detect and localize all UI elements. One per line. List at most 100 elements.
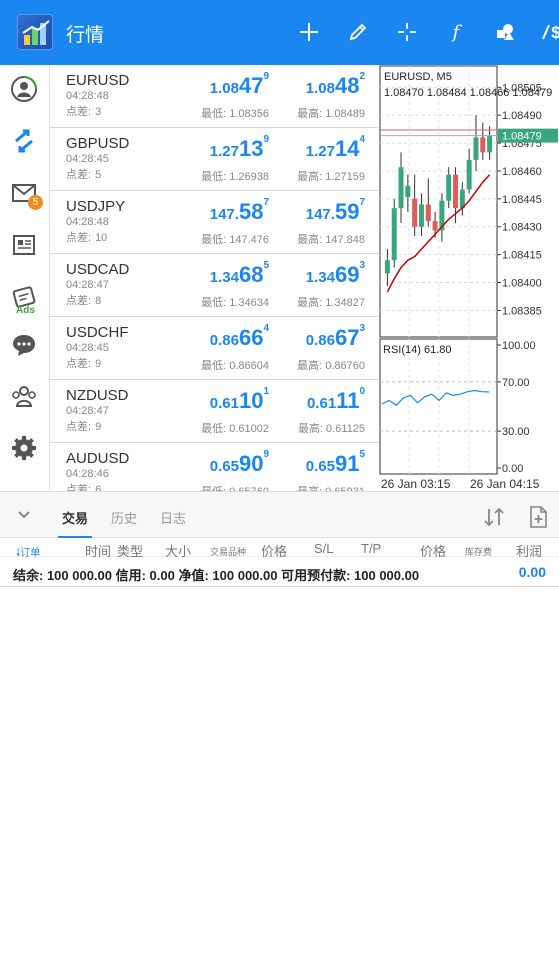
toolbox: 交易 历史 日志 🠗订单 时间 类型 大小 交易品种 价格 S/L T/P 价格…	[0, 491, 559, 587]
bid-price[interactable]: 1.34685	[210, 260, 269, 288]
bid-price[interactable]: 1.08479	[210, 71, 269, 99]
rsi-label: RSI(14) 61.80	[383, 344, 451, 356]
candle-body	[453, 174, 459, 209]
quote-row[interactable]: USDJPY 04:28:48 点差: 10 147.587 147.597 最低: 147…	[50, 191, 379, 254]
high-price: 最高: 147.848	[297, 234, 365, 246]
time-axis-label: 26 Jan 04:15	[470, 477, 540, 491]
quote-row[interactable]: NZDUSD 04:28:47 点差: 9 0.61101 0.61110 最低: 0.61…	[50, 380, 379, 443]
trade-table-header: 🠗订单 时间 类型 大小 交易品种 价格 S/L T/P 价格 库存费 利润	[0, 538, 559, 559]
rsi-tick-label: 70.00	[502, 377, 530, 389]
low-price: 最低: 1.26938	[201, 171, 269, 183]
quote-row[interactable]: EURUSD 04:28:48 点差: 3 1.08479 1.08482 最低: 1.08…	[50, 65, 379, 128]
rsi-tick-label: 0.00	[502, 463, 523, 475]
symbol-name: AUDUSD	[66, 450, 130, 467]
symbol-name: EURUSD	[66, 72, 130, 89]
sidebar-item-news[interactable]	[8, 229, 40, 261]
sidebar: 5 Ads	[0, 65, 50, 491]
time-axis-label: 26 Jan 03:15	[381, 477, 451, 491]
total-profit: 0.00	[518, 564, 546, 580]
bid-price[interactable]: 0.86664	[210, 323, 269, 351]
price-tick-label: 1.08385	[502, 305, 542, 317]
price-chart[interactable]: 1.085051.084901.084751.084601.084451.084…	[379, 65, 559, 491]
candle-body	[405, 185, 411, 197]
sort-icon[interactable]	[482, 505, 506, 529]
top-bar: 行情 f $	[0, 0, 559, 65]
quote-row[interactable]: AUDUSD04:28:46 点差:6 0.65909 0.65915 最低: 0.65…	[50, 443, 379, 491]
candle-body	[473, 137, 479, 160]
add-symbol-button[interactable]	[293, 16, 325, 48]
ask-price[interactable]: 1.08482	[306, 71, 365, 99]
indicators-button[interactable]: f	[440, 16, 472, 48]
sidebar-item-mail[interactable]: 5	[8, 177, 43, 210]
ask-price[interactable]: 0.65915	[306, 449, 365, 477]
crosshair-button[interactable]	[391, 16, 423, 48]
candle-body	[432, 221, 438, 231]
symbol-name: USDCAD	[66, 261, 130, 278]
high-price: 最高: 1.27159	[297, 171, 365, 183]
ask-price[interactable]: 0.61110	[307, 386, 365, 414]
symbol-name: GBPUSD	[66, 135, 130, 152]
sidebar-item-quotes[interactable]	[8, 125, 40, 157]
low-price: 最低: 0.61002	[201, 423, 269, 435]
symbol-name: USDCHF	[66, 324, 129, 341]
function-icon: f	[451, 22, 463, 43]
candle-body	[480, 137, 486, 153]
spread: 点差: 9	[66, 421, 102, 433]
candle-body	[425, 204, 431, 222]
spread: 点差: 6	[66, 484, 102, 491]
bid-price[interactable]: 147.587	[210, 197, 269, 225]
app-logo[interactable]	[17, 14, 53, 50]
ask-price[interactable]: 0.86673	[306, 323, 365, 351]
price-tick-label: 1.08430	[502, 222, 542, 234]
ask-price[interactable]: 1.27144	[306, 134, 365, 162]
svg-text:$: $	[551, 23, 559, 42]
quote-time: 04:28:48	[66, 216, 109, 228]
quote-time: 04:28:47	[66, 279, 109, 291]
sidebar-item-more[interactable]	[8, 479, 40, 491]
trade-button[interactable]: $	[535, 16, 559, 48]
bid-price[interactable]: 1.27139	[210, 134, 269, 162]
candle-body	[418, 204, 424, 227]
rsi-tick-label: 30.00	[502, 426, 530, 438]
toolbox-tabs: 交易 历史 日志	[0, 492, 559, 538]
ask-price[interactable]: 147.597	[306, 197, 365, 225]
page-title: 行情	[66, 25, 105, 46]
col-tp[interactable]: T/P	[361, 541, 381, 556]
sidebar-item-settings[interactable]	[8, 432, 40, 464]
quote-time: 04:28:48	[66, 90, 109, 102]
quote-row[interactable]: USDCHF 04:28:45 点差: 9 0.86664 0.86673 最低: 0.86…	[50, 317, 379, 380]
tab-journal[interactable]: 日志	[160, 508, 186, 527]
candle-body	[487, 135, 493, 153]
sidebar-item-community[interactable]	[8, 380, 40, 412]
quote-row[interactable]: USDCAD 04:28:47 点差: 8 1.34685 1.34693 最低: 1.34…	[50, 254, 379, 317]
shapes-icon	[497, 24, 514, 40]
bid-price[interactable]: 0.61101	[210, 386, 269, 414]
candle-body	[446, 174, 452, 201]
tab-history[interactable]: 历史	[111, 508, 137, 527]
high-price: 最高: 1.08489	[297, 108, 365, 120]
sidebar-item-chat[interactable]	[8, 329, 40, 361]
quote-time: 04:28:45	[66, 153, 109, 165]
edit-button[interactable]	[342, 16, 374, 48]
quote-row[interactable]: GBPUSD 04:28:45 点差: 5 1.27139 1.27144 最低: 1.26…	[50, 128, 379, 191]
bid-price[interactable]: 0.65909	[210, 449, 269, 477]
candle-body	[391, 208, 397, 261]
tab-trade[interactable]: 交易	[57, 508, 93, 538]
chevron-down-icon[interactable]	[14, 504, 34, 524]
chart-panel[interactable]: 1.08505 1.08490 1.08475 1.08460 1.08445 1.084…	[379, 65, 559, 491]
candle-body	[398, 167, 404, 209]
new-order-icon[interactable]	[526, 505, 550, 529]
sidebar-item-account[interactable]	[8, 73, 40, 105]
quote-time: 04:28:46	[66, 468, 109, 480]
ask-price[interactable]: 1.34693	[306, 260, 365, 288]
account-summary: 结余: 100 000.00 信用: 0.00 净值: 100 000.00 可…	[0, 557, 559, 587]
candle-body	[466, 159, 472, 190]
metatrader-logo-icon	[22, 20, 50, 45]
account-icon	[11, 76, 37, 102]
crosshair-icon	[398, 23, 416, 41]
chat-icon	[13, 335, 35, 356]
high-price: 最高: 1.34827	[297, 297, 365, 309]
mail-badge: 5	[28, 195, 43, 210]
col-sl[interactable]: S/L	[314, 541, 334, 556]
objects-button[interactable]	[489, 16, 521, 48]
